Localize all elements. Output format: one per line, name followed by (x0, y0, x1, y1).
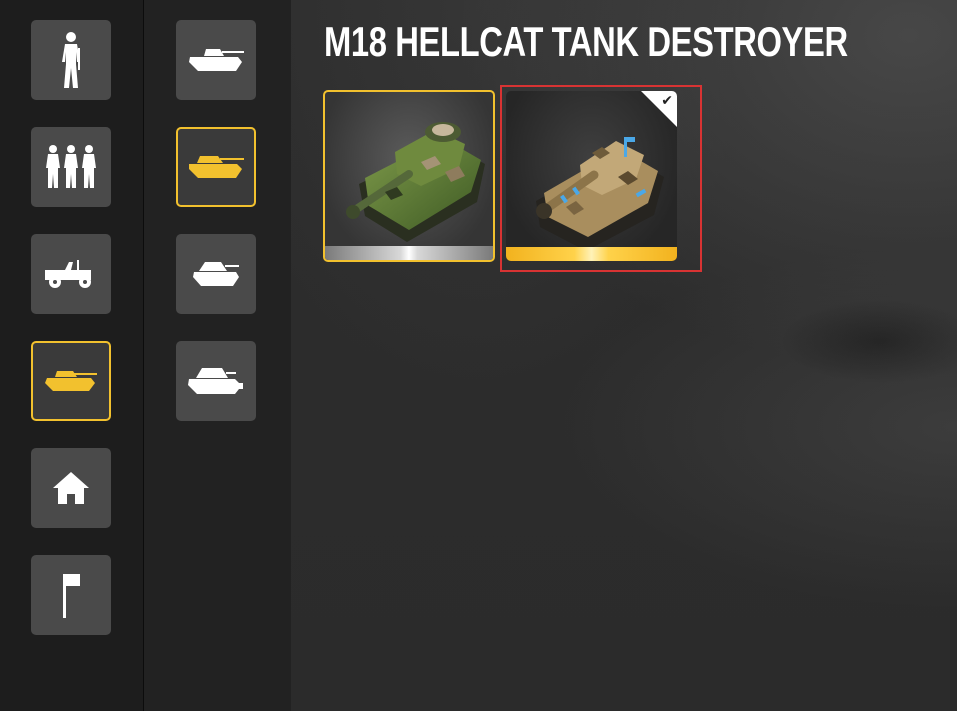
category-building-button[interactable] (31, 448, 111, 528)
green-camo-tank-image (346, 122, 485, 242)
category-sidebar (0, 0, 144, 711)
subcategory-sidebar (144, 0, 291, 711)
category-tank-button[interactable] (31, 341, 111, 421)
subcategory-heavy-tank-button[interactable] (176, 341, 256, 421)
page-title: M18 HELLCAT TANK DESTROYER (324, 18, 848, 65)
category-squad-button[interactable] (31, 127, 111, 207)
flag-icon (63, 574, 80, 618)
heavy-tank-icon (188, 368, 243, 394)
rarity-bar (506, 247, 677, 261)
category-vehicle-button[interactable] (31, 234, 111, 314)
subcategory-light-tank-button[interactable] (176, 20, 256, 100)
subcategory-medium-tank-button[interactable] (176, 234, 256, 314)
jeep-icon (45, 260, 91, 288)
tank-icon (45, 371, 97, 391)
skin-card-desert-camo[interactable]: ✔ (506, 91, 677, 261)
category-flag-button[interactable] (31, 555, 111, 635)
subcategory-tank-destroyer-button[interactable] (176, 127, 256, 207)
tank-destroyer-icon (189, 156, 244, 178)
rarity-bar (325, 246, 493, 260)
category-infantry-button[interactable] (31, 20, 111, 100)
squad-icon (46, 145, 96, 188)
checkmark-icon: ✔ (661, 93, 673, 109)
light-tank-icon (189, 49, 244, 71)
house-icon (53, 472, 89, 504)
skin-card-green-camo[interactable] (323, 90, 495, 262)
medium-tank-icon (193, 262, 239, 286)
soldier-icon (62, 32, 80, 88)
